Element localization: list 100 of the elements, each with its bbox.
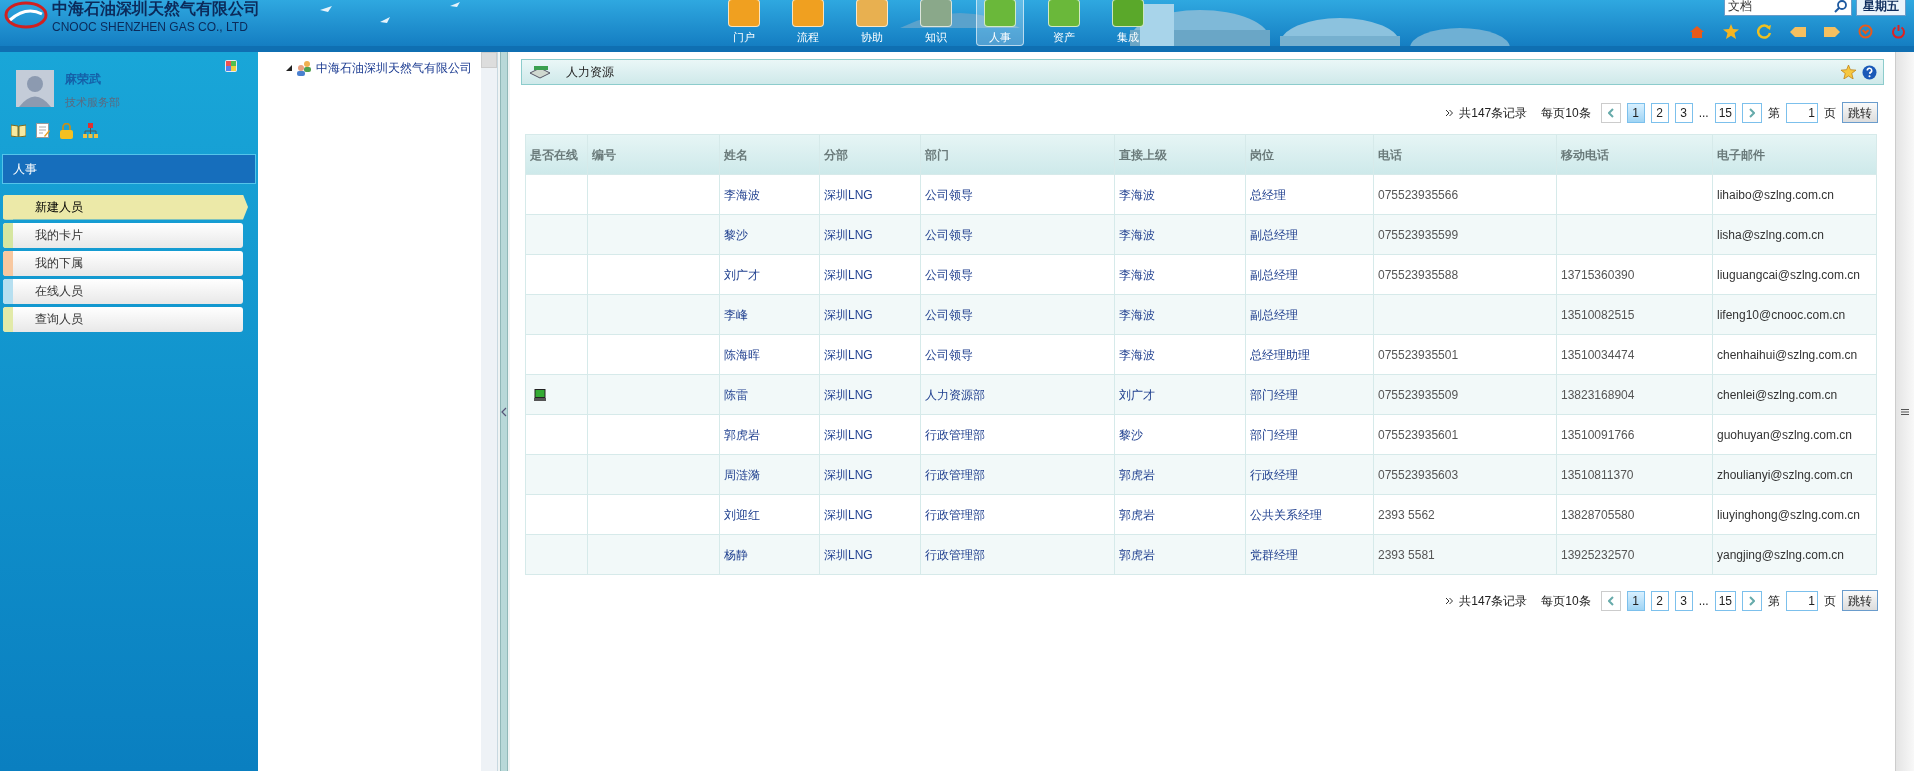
nav-item[interactable]: 资产 (1040, 0, 1088, 46)
table-cell: 郭虎岩 (1114, 534, 1246, 575)
page-button[interactable]: 15 (1714, 102, 1736, 123)
page-button[interactable]: 2 (1650, 590, 1669, 611)
back-icon[interactable] (1790, 26, 1806, 37)
table-cell: 杨静 (719, 534, 820, 575)
table-cell: 李海波 (1114, 254, 1246, 295)
page-input[interactable]: 1 (1786, 590, 1818, 611)
note-edit-icon[interactable] (36, 122, 50, 138)
tree-node[interactable]: 中海石油深圳天然气有限公司 (316, 59, 472, 77)
table-cell: 李海波 (1114, 174, 1246, 215)
table-cell: 党群经理 (1245, 534, 1374, 575)
search-field[interactable]: 文档 (1724, 0, 1852, 16)
column-header: 是否在线 (525, 134, 588, 175)
forward-icon[interactable] (1824, 26, 1840, 37)
page-button[interactable]: 3 (1674, 590, 1693, 611)
chevron-left-icon (1607, 107, 1614, 118)
previous-page-button[interactable] (1600, 590, 1621, 611)
scrollbar[interactable] (1895, 52, 1914, 771)
go-button[interactable]: 跳转 (1842, 102, 1878, 123)
next-page-button[interactable] (1742, 590, 1762, 611)
lock-icon[interactable] (60, 122, 73, 139)
page-input[interactable]: 1 (1786, 102, 1818, 123)
table-cell: 刘迎红 (719, 494, 820, 535)
table-cell: 刘广才 (1114, 374, 1246, 415)
menu-item[interactable]: 在线人员 (3, 278, 243, 304)
menu-item[interactable]: 我的下属 (3, 250, 243, 276)
table-cell: 075523935501 (1373, 334, 1557, 375)
refresh-icon[interactable] (1757, 24, 1772, 39)
page-label: 第 (1768, 592, 1780, 610)
table-cell: 2393 5562 (1373, 494, 1557, 535)
table-cell: 副总经理 (1245, 254, 1374, 295)
nav-item[interactable]: 协助 (848, 0, 896, 46)
help-icon[interactable] (1862, 64, 1877, 80)
palette-icon[interactable] (225, 60, 237, 72)
table-cell: 副总经理 (1245, 294, 1374, 335)
page-label: 第 (1768, 104, 1780, 122)
table-cell: 075523935599 (1373, 214, 1557, 255)
nav-item[interactable]: 知识 (912, 0, 960, 46)
double-chevron-icon (1446, 597, 1454, 604)
weekday-button[interactable]: 星期五 (1856, 0, 1906, 16)
page-button[interactable]: 1 (1626, 102, 1645, 123)
page-label: 页 (1824, 592, 1836, 610)
table-cell: 深圳LNG (819, 294, 921, 335)
record-count: 共147条记录 (1459, 592, 1528, 610)
table-cell: 13510034474 (1556, 334, 1713, 375)
page-button[interactable]: 15 (1714, 590, 1736, 611)
grip-icon[interactable] (1901, 408, 1909, 415)
table-cell: 部门经理 (1245, 374, 1374, 415)
table-cell: 行政管理部 (920, 454, 1115, 495)
table-cell: 行政管理部 (920, 414, 1115, 455)
table-cell: 行政管理部 (920, 494, 1115, 535)
go-button[interactable]: 跳转 (1842, 590, 1878, 611)
book-icon[interactable] (11, 122, 26, 137)
company-name: 中海石油深圳天然气有限公司 (52, 1, 260, 17)
power-icon[interactable] (1891, 24, 1906, 39)
column-header: 电子邮件 (1712, 134, 1877, 175)
table-cell: 深圳LNG (819, 214, 921, 255)
table-cell: 公司领导 (920, 214, 1115, 255)
nav-item[interactable]: 流程 (784, 0, 832, 46)
table-cell: 刘广才 (719, 254, 820, 295)
table-cell: 13715360390 (1556, 254, 1713, 295)
scrollbar[interactable] (481, 52, 497, 771)
home-icon[interactable] (1689, 24, 1705, 39)
menu-item[interactable]: 新建人员 (3, 194, 248, 220)
column-header: 电话 (1373, 134, 1557, 175)
previous-page-button[interactable] (1600, 102, 1621, 123)
table-cell: 陈海晖 (719, 334, 820, 375)
menu-item[interactable]: 查询人员 (3, 306, 243, 332)
panel-title: 人力资源 (566, 64, 614, 81)
table-cell: 总经理助理 (1245, 334, 1374, 375)
table-cell: 13925232570 (1556, 534, 1713, 575)
org-chart-icon[interactable] (83, 122, 98, 138)
page-button[interactable]: 1 (1626, 590, 1645, 611)
collapse-triangle-icon[interactable] (286, 65, 292, 71)
nav-item[interactable]: 集成 (1104, 0, 1152, 46)
table-cell: 李海波 (719, 174, 820, 215)
user-department: 技术服务部 (65, 95, 120, 110)
table-cell: 公司领导 (920, 174, 1115, 215)
table-cell: 陈雷 (719, 374, 820, 415)
avatar-icon (16, 70, 54, 107)
nav-item[interactable]: 门户 (720, 0, 768, 46)
search-icon[interactable] (1834, 0, 1848, 13)
table-cell: lisha@szlng.com.cn (1712, 214, 1877, 255)
chevron-right-icon (1749, 595, 1755, 606)
star-icon[interactable] (1723, 24, 1739, 39)
table-cell: guohuyan@szlng.com.cn (1712, 414, 1877, 455)
down-circle-icon[interactable] (1858, 24, 1873, 39)
page-button[interactable]: 2 (1650, 102, 1669, 123)
menu-item[interactable]: 我的卡片 (3, 222, 243, 248)
column-header: 直接上级 (1114, 134, 1246, 175)
table-cell: 李峰 (719, 294, 820, 335)
page-button[interactable]: 3 (1674, 102, 1693, 123)
user-name: 麻荣武 (65, 71, 102, 88)
page-size: 每页10条 (1541, 104, 1591, 122)
table-cell: 李海波 (1114, 214, 1246, 255)
next-page-button[interactable] (1742, 102, 1762, 123)
table-cell: 13828705580 (1556, 494, 1713, 535)
star-icon[interactable] (1841, 65, 1856, 79)
table-cell: 郭虎岩 (1114, 494, 1246, 535)
